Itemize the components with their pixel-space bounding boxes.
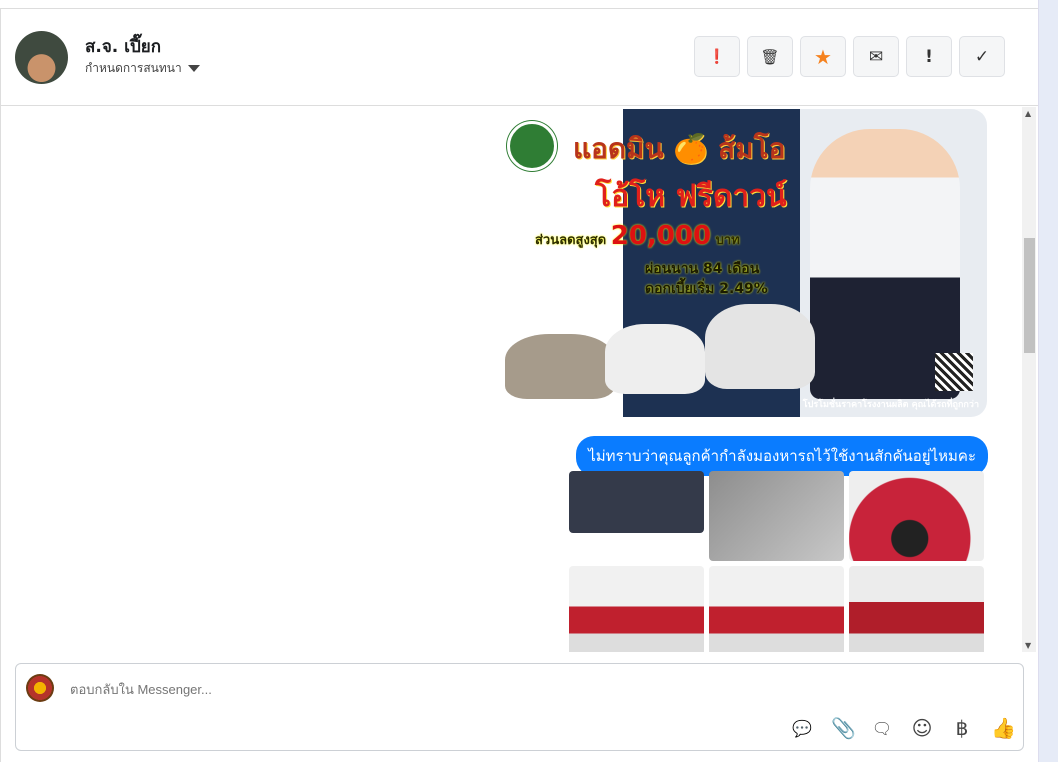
saved-reply-icon[interactable]: 💬 bbox=[791, 719, 813, 738]
right-background-strip bbox=[1038, 0, 1058, 762]
car-photo bbox=[505, 334, 615, 399]
photo-thumbnail[interactable] bbox=[709, 566, 844, 652]
banner-headline: โอ้โห ฟรีดาวน์ bbox=[595, 179, 787, 214]
scroll-up-arrow-icon[interactable]: ▲ bbox=[1025, 109, 1031, 118]
baht-icon[interactable]: ฿ bbox=[951, 716, 973, 740]
star-icon: ★ bbox=[814, 44, 832, 69]
photo-thumbnail[interactable] bbox=[569, 566, 704, 652]
banner-discount: ส่วนลดสูงสุด 20,000 บาท bbox=[535, 221, 740, 251]
photo-thumbnail[interactable] bbox=[569, 471, 704, 533]
trash-icon: 🗑 bbox=[760, 47, 780, 66]
photo-thumbnail[interactable] bbox=[849, 566, 984, 652]
banner-title: แอดมิน 🍊 ส้มโอ bbox=[573, 132, 786, 165]
banner-footer: โปรโมชั่นราคาโรงงานผลิต คุณได้รถที่ถูกกว… bbox=[802, 400, 979, 410]
caret-down-icon bbox=[187, 65, 200, 72]
conversation-header: ส.จ. เปี๊ยก กำหนดการสนทนา ❗ 🗑 ★ ✉ ! ✓ bbox=[1, 9, 1038, 106]
dealer-logo bbox=[507, 121, 557, 171]
envelope-icon: ✉ bbox=[868, 46, 884, 67]
page-avatar bbox=[26, 674, 54, 702]
paperclip-icon[interactable]: 📎 bbox=[831, 716, 856, 740]
message-list: แอดมิน 🍊 ส้มโอ โอ้โห ฟรีดาวน์ ส่วนลดสูงส… bbox=[1, 107, 1038, 652]
spam-button[interactable]: ❗ bbox=[694, 36, 740, 77]
assign-conversation-dropdown[interactable]: กำหนดการสนทนา bbox=[85, 59, 200, 78]
scrollbar[interactable]: ▲ ▼ bbox=[1022, 107, 1036, 652]
contact-name[interactable]: ส.จ. เปี๊ยก bbox=[85, 33, 161, 60]
outgoing-message: ไม่ทราบว่าคุณลูกค้ากำลังมองหารถไว้ใช้งาน… bbox=[576, 436, 988, 476]
exclamation-icon: ! bbox=[925, 46, 933, 67]
chat-bubble-dots-icon[interactable]: 🗨 bbox=[871, 719, 893, 738]
car-photo bbox=[705, 304, 815, 389]
qr-code bbox=[935, 353, 973, 391]
scrollbar-thumb[interactable] bbox=[1024, 238, 1035, 353]
promo-image-message[interactable]: แอดมิน 🍊 ส้มโอ โอ้โห ฟรีดาวน์ ส่วนลดสูงส… bbox=[495, 109, 987, 417]
check-icon: ✓ bbox=[974, 46, 990, 67]
mark-done-button[interactable]: ✓ bbox=[959, 36, 1005, 77]
thumbs-up-icon[interactable]: 👍 bbox=[991, 716, 1016, 740]
star-button[interactable]: ★ bbox=[800, 36, 846, 77]
follow-up-button[interactable]: ! bbox=[906, 36, 952, 77]
conversation-panel: ส.จ. เปี๊ยก กำหนดการสนทนา ❗ 🗑 ★ ✉ ! ✓ แอ… bbox=[0, 8, 1038, 762]
exclamation-circle-icon: ❗ bbox=[708, 48, 726, 65]
photo-grid bbox=[569, 471, 984, 652]
assign-label: กำหนดการสนทนา bbox=[85, 61, 182, 75]
emoji-icon[interactable]: ☺ bbox=[911, 716, 933, 740]
scroll-down-arrow-icon[interactable]: ▼ bbox=[1025, 641, 1031, 650]
photo-thumbnail[interactable] bbox=[709, 471, 844, 561]
banner-terms: ผ่อนนาน 84 เดือน ดอกเบี้ยเริ่ม 2.49% bbox=[645, 261, 768, 297]
car-photo bbox=[605, 324, 705, 394]
reply-composer: 💬 📎 🗨 ☺ ฿ 👍 bbox=[15, 663, 1024, 751]
delete-button[interactable]: 🗑 bbox=[747, 36, 793, 77]
reply-input[interactable] bbox=[70, 682, 970, 697]
photo-thumbnail[interactable] bbox=[849, 471, 984, 561]
mark-unread-button[interactable]: ✉ bbox=[853, 36, 899, 77]
avatar[interactable] bbox=[15, 31, 68, 84]
